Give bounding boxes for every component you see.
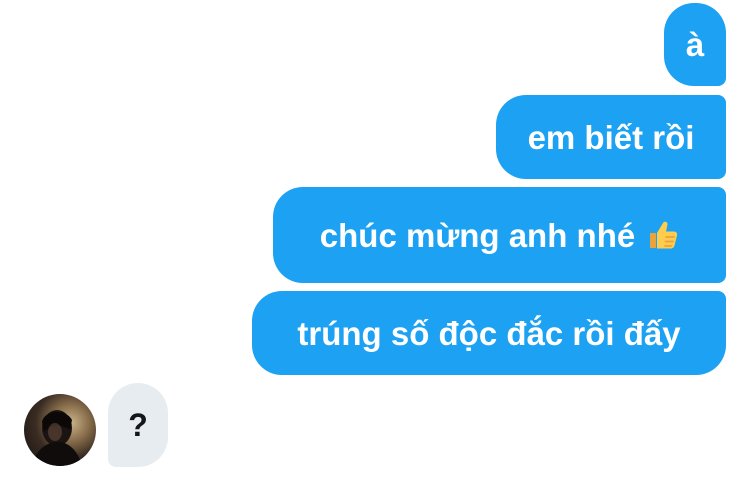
message-text: trúng số độc đắc rồi đấy — [297, 314, 681, 352]
thumbs-up-icon — [645, 218, 679, 252]
message-text: ? — [128, 407, 148, 443]
message-text: em biết rồi — [527, 118, 695, 156]
sent-message-bubble[interactable]: em biết rồi — [496, 95, 726, 179]
sent-message-bubble[interactable]: trúng số độc đắc rồi đấy — [252, 291, 726, 375]
avatar-photo-icon — [32, 410, 82, 466]
received-message-bubble[interactable]: ? — [108, 383, 168, 467]
sent-message-bubble[interactable]: chúc mừng anh nhé — [273, 187, 726, 283]
message-text: chúc mừng anh nhé — [319, 216, 636, 254]
sent-message-bubble[interactable]: à — [664, 3, 726, 86]
avatar[interactable] — [24, 394, 96, 466]
message-text: à — [685, 26, 705, 63]
